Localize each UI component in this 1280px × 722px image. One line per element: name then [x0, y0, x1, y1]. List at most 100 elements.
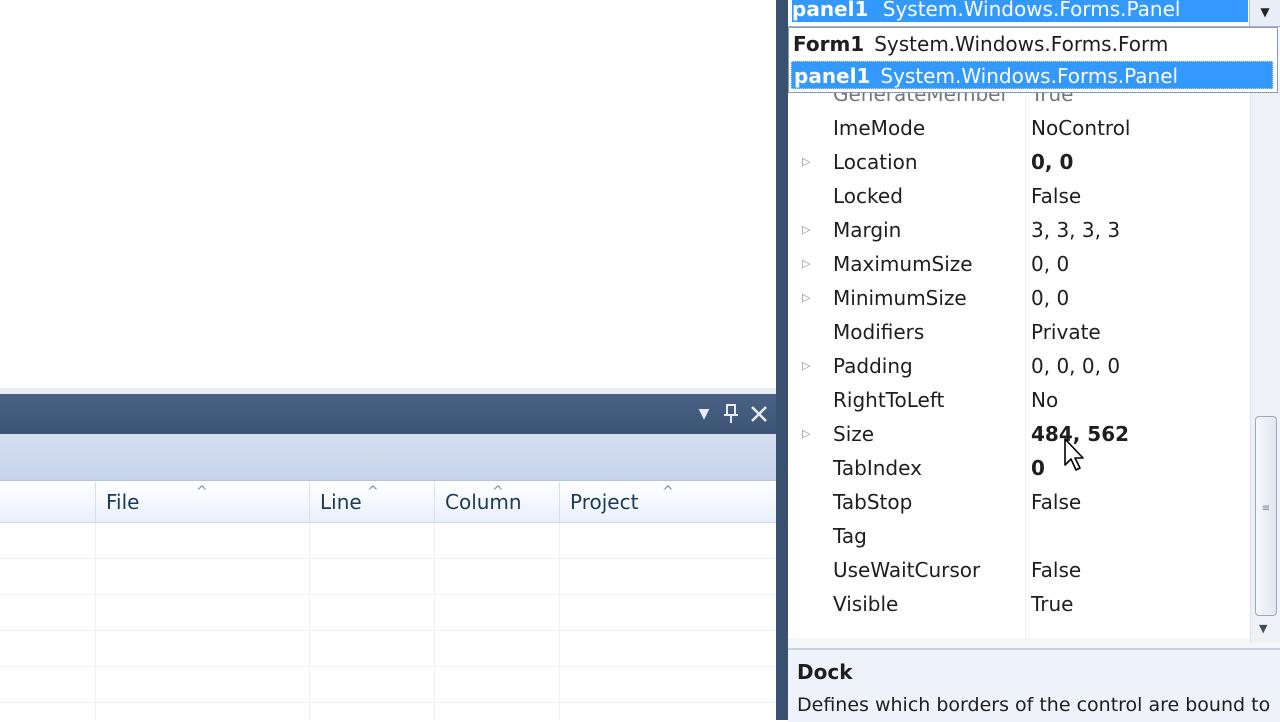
- property-grid-scrollbar[interactable]: ≡ ▼: [1250, 78, 1280, 643]
- property-row-margin[interactable]: ▷ Margin 3, 3, 3, 3: [788, 213, 1250, 247]
- property-value[interactable]: No: [1031, 383, 1246, 417]
- dropdown-item-panel1[interactable]: panel1 System.Windows.Forms.Panel: [791, 61, 1273, 89]
- column-header-file[interactable]: File ^: [96, 482, 310, 522]
- property-value[interactable]: 0, 0, 0, 0: [1031, 349, 1246, 383]
- column-header-blank[interactable]: [0, 482, 96, 522]
- property-row-modifiers[interactable]: Modifiers Private: [788, 315, 1250, 349]
- property-name: MaximumSize: [833, 252, 973, 276]
- column-header-column[interactable]: Column ^: [435, 482, 560, 522]
- property-value[interactable]: NoControl: [1031, 111, 1246, 145]
- property-row-location[interactable]: ▷ Location 0, 0: [788, 145, 1250, 179]
- property-row-tag[interactable]: Tag: [788, 519, 1250, 553]
- mouse-pointer-icon: [1064, 438, 1084, 471]
- error-list-panel: ▼ File ^ Line ^ Column ^ Project ^: [0, 394, 776, 720]
- expand-triangle-icon[interactable]: ▷: [802, 247, 816, 281]
- column-divider: [434, 523, 435, 720]
- expand-triangle-icon[interactable]: ▷: [802, 145, 816, 179]
- property-name: Modifiers: [833, 320, 925, 344]
- scrollbar-grip-icon: ≡: [1261, 503, 1271, 514]
- table-row[interactable]: [0, 523, 776, 559]
- sort-caret-icon: ^: [196, 484, 208, 500]
- object-selector-name: panel1: [792, 0, 869, 21]
- property-name: Locked: [833, 184, 903, 208]
- expand-triangle-icon[interactable]: ▷: [802, 349, 816, 383]
- column-header-line[interactable]: Line ^: [310, 482, 435, 522]
- dropdown-item-name: panel1: [794, 64, 871, 88]
- expand-triangle-icon[interactable]: ▷: [802, 281, 816, 315]
- dropdown-arrow-icon[interactable]: ▼: [1249, 0, 1280, 26]
- scrollbar-thumb[interactable]: ≡: [1255, 416, 1277, 616]
- object-selector-dropdown: Form1 System.Windows.Forms.Form panel1 Sys…: [788, 27, 1278, 93]
- description-title: Dock: [797, 660, 853, 684]
- property-name: UseWaitCursor: [833, 558, 981, 582]
- expand-triangle-icon[interactable]: ▷: [802, 417, 816, 451]
- column-header-project-label: Project: [570, 490, 639, 514]
- designer-surface[interactable]: [0, 0, 776, 388]
- scroll-down-arrow-icon[interactable]: ▼: [1259, 622, 1267, 635]
- description-pane: Dock Defines which borders of the contro…: [788, 648, 1280, 722]
- property-value[interactable]: False: [1031, 485, 1246, 519]
- error-list-column-header: File ^ Line ^ Column ^ Project ^: [0, 482, 776, 523]
- property-row-size[interactable]: ▷ Size 484, 562: [788, 417, 1250, 451]
- property-name: RightToLeft: [833, 388, 945, 412]
- close-icon[interactable]: [747, 400, 771, 428]
- object-selector-value: panel1 System.Windows.Forms.Panel: [792, 0, 1248, 22]
- column-divider: [309, 523, 310, 720]
- properties-window: panel1 System.Windows.Forms.Panel ▼ Form…: [788, 0, 1280, 722]
- sort-caret-icon: ^: [662, 484, 674, 500]
- property-name: Margin: [833, 218, 902, 242]
- sort-caret-icon: ^: [367, 484, 379, 500]
- description-text: Defines which borders of the control are…: [797, 694, 1271, 716]
- table-row[interactable]: [0, 559, 776, 595]
- property-value[interactable]: False: [1031, 553, 1246, 587]
- table-row[interactable]: [0, 631, 776, 667]
- property-name: MinimumSize: [833, 286, 967, 310]
- column-divider: [95, 523, 96, 720]
- table-row[interactable]: [0, 595, 776, 631]
- column-header-project[interactable]: Project ^: [560, 482, 776, 522]
- property-value[interactable]: False: [1031, 179, 1246, 213]
- window-position-arrow-icon[interactable]: ▼: [692, 400, 716, 428]
- object-selector-type: System.Windows.Forms.Panel: [882, 0, 1181, 21]
- property-name: Visible: [833, 592, 899, 616]
- property-value[interactable]: 0, 0: [1031, 247, 1246, 281]
- property-value[interactable]: 0, 0: [1031, 281, 1246, 315]
- property-row-padding[interactable]: ▷ Padding 0, 0, 0, 0: [788, 349, 1250, 383]
- property-value[interactable]: 0, 0: [1031, 145, 1246, 179]
- property-row-imemode[interactable]: ImeMode NoControl: [788, 111, 1250, 145]
- sort-caret-icon: ^: [492, 484, 504, 500]
- property-row-locked[interactable]: Locked False: [788, 179, 1250, 213]
- column-divider: [559, 523, 560, 720]
- table-row[interactable]: [0, 667, 776, 703]
- property-name: Tag: [833, 524, 867, 548]
- property-row-tabstop[interactable]: TabStop False: [788, 485, 1250, 519]
- property-name: Padding: [833, 354, 913, 378]
- property-value[interactable]: Private: [1031, 315, 1246, 349]
- property-grid: GenerateMember True ImeMode NoControl ▷ Locat…: [788, 78, 1250, 638]
- dropdown-item-type: System.Windows.Forms.Panel: [880, 64, 1179, 88]
- property-value[interactable]: [1031, 519, 1246, 553]
- dropdown-item-type: System.Windows.Forms.Form: [874, 32, 1169, 56]
- property-name: TabStop: [833, 490, 913, 514]
- property-value[interactable]: True: [1031, 587, 1246, 621]
- property-name: Size: [833, 422, 875, 446]
- pin-icon[interactable]: [719, 400, 743, 428]
- dropdown-item-form1[interactable]: Form1 System.Windows.Forms.Form: [791, 30, 1273, 58]
- error-list-rows: [0, 523, 776, 720]
- property-row-minimumsize[interactable]: ▷ MinimumSize 0, 0: [788, 281, 1250, 315]
- error-list-titlebar: ▼: [0, 394, 776, 434]
- property-row-maximumsize[interactable]: ▷ MaximumSize 0, 0: [788, 247, 1250, 281]
- error-list-toolbar: [0, 434, 776, 481]
- column-header-column-label: Column: [445, 490, 522, 514]
- dropdown-item-name: Form1: [793, 32, 865, 56]
- property-row-usewaitcursor[interactable]: UseWaitCursor False: [788, 553, 1250, 587]
- column-header-file-label: File: [106, 490, 140, 514]
- property-row-tabindex[interactable]: TabIndex 0: [788, 451, 1250, 485]
- property-row-visible[interactable]: Visible True: [788, 587, 1250, 621]
- expand-triangle-icon[interactable]: ▷: [802, 213, 816, 247]
- object-selector-combo[interactable]: panel1 System.Windows.Forms.Panel ▼: [788, 0, 1280, 27]
- window-splitter[interactable]: [776, 0, 788, 720]
- property-row-righttoleft[interactable]: RightToLeft No: [788, 383, 1250, 417]
- property-value[interactable]: 3, 3, 3, 3: [1031, 213, 1246, 247]
- property-name: TabIndex: [833, 456, 922, 480]
